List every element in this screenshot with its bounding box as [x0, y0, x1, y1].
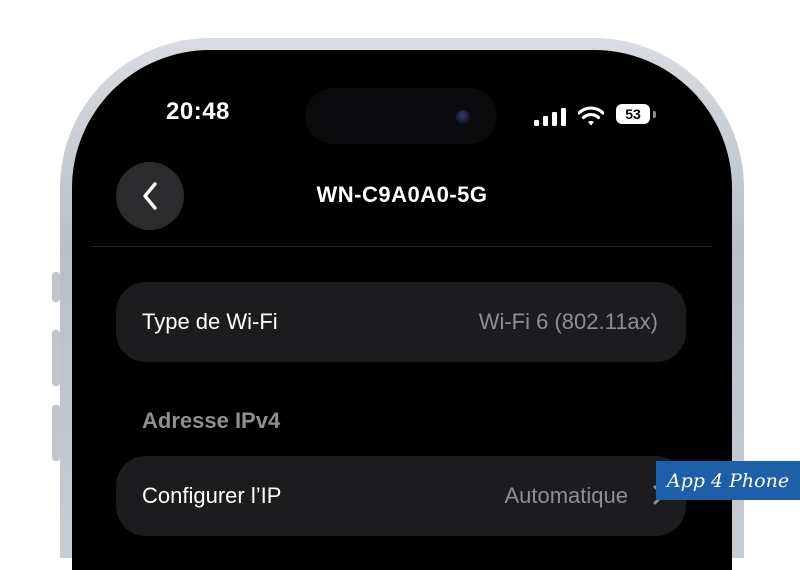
status-time: 20:48	[166, 98, 230, 125]
volume-down-button	[52, 405, 60, 461]
wifi-icon	[578, 106, 604, 126]
navigation-bar: WN-C9A0A0-5G	[72, 160, 732, 246]
ipv4-section-header: Adresse IPv4	[142, 408, 281, 433]
page-title: WN-C9A0A0-5G	[316, 182, 488, 207]
silent-switch	[52, 272, 60, 302]
camera-lens	[456, 110, 470, 124]
configure-ip-label: Configurer l’IP	[142, 483, 282, 508]
wifi-type-label: Type de Wi-Fi	[142, 309, 278, 334]
phone-screen: 20:48 53 WN-C9A0A0-5G Type de Wi-Fi Wi-F…	[72, 50, 732, 570]
brand-text: App 4 Phone	[666, 469, 790, 492]
volume-up-button	[52, 330, 60, 386]
wifi-type-row: Type de Wi-Fi Wi-Fi 6 (802.11ax)	[116, 282, 686, 362]
nav-divider	[90, 246, 712, 247]
wifi-type-value: Wi-Fi 6 (802.11ax)	[478, 309, 658, 334]
brand-watermark: App 4 Phone	[656, 461, 800, 500]
configure-ip-row[interactable]: Configurer l’IP Automatique	[116, 456, 686, 536]
status-bar: 20:48 53	[72, 50, 732, 170]
battery-icon: 53	[616, 104, 650, 124]
battery-level: 53	[625, 106, 641, 122]
battery-tip	[653, 111, 656, 118]
cellular-signal-icon	[534, 108, 566, 126]
configure-ip-value: Automatique	[504, 483, 628, 508]
